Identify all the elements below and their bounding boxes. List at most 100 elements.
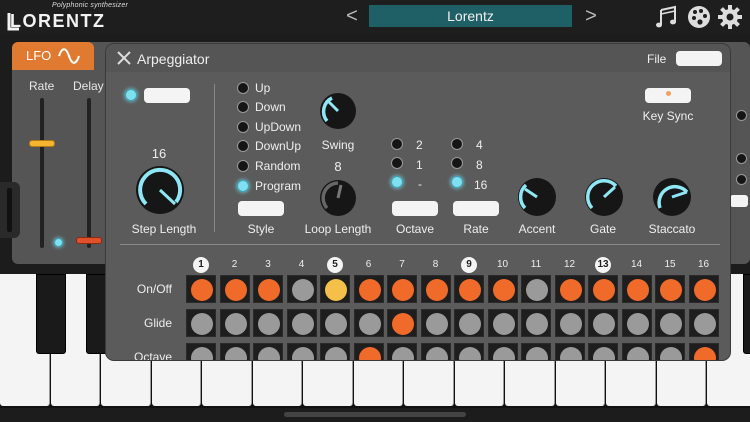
step-cell[interactable] — [219, 275, 250, 303]
previous-preset-button[interactable]: < — [341, 3, 363, 29]
edge-led-3[interactable] — [736, 174, 747, 185]
step-cell[interactable] — [688, 309, 719, 337]
step-cell[interactable] — [320, 309, 350, 337]
step-cell[interactable] — [286, 309, 317, 337]
step-cell[interactable] — [353, 275, 384, 303]
style-up-led[interactable] — [237, 82, 249, 94]
octave-2-label[interactable]: 2 — [416, 138, 423, 152]
lfo-tab[interactable]: LFO — [12, 42, 94, 70]
step-cell[interactable] — [219, 343, 250, 360]
step-cell[interactable] — [521, 343, 551, 360]
style-button[interactable] — [238, 201, 284, 216]
step-cell[interactable] — [387, 275, 417, 303]
rate-4-label[interactable]: 4 — [476, 138, 483, 152]
style-program-label[interactable]: Program — [255, 179, 301, 193]
edge-button[interactable] — [730, 195, 748, 207]
step-cell[interactable] — [186, 309, 216, 337]
gear-icon[interactable] — [717, 4, 743, 30]
style-down-led[interactable] — [237, 101, 249, 113]
step-cell[interactable] — [286, 343, 317, 360]
step-cell[interactable] — [420, 309, 451, 337]
rate-button[interactable] — [453, 201, 499, 216]
arp-enable-button[interactable] — [144, 88, 190, 103]
rate-4-led[interactable] — [451, 138, 463, 150]
step-cell[interactable] — [387, 343, 417, 360]
swing-knob[interactable] — [318, 91, 358, 131]
octave-button[interactable] — [392, 201, 438, 216]
octave-none-label[interactable]: - — [418, 177, 422, 191]
palette-icon[interactable] — [686, 4, 712, 30]
step-cell[interactable] — [186, 275, 216, 303]
step-cell[interactable] — [487, 343, 518, 360]
step-cell[interactable] — [655, 343, 685, 360]
step-cell[interactable] — [420, 343, 451, 360]
rate-16-led[interactable] — [451, 176, 463, 188]
black-key[interactable] — [742, 274, 750, 354]
step-cell[interactable] — [253, 343, 283, 360]
octave-none-led[interactable] — [391, 176, 403, 188]
step-cell[interactable] — [588, 343, 618, 360]
step-cell[interactable] — [554, 343, 585, 360]
style-down-label[interactable]: Down — [255, 100, 286, 114]
style-updown-led[interactable] — [237, 121, 249, 133]
edge-led-1[interactable] — [736, 110, 747, 121]
step-cell[interactable] — [487, 275, 518, 303]
step-cell[interactable] — [320, 343, 350, 360]
rate-8-label[interactable]: 8 — [476, 158, 483, 172]
step-cell[interactable] — [621, 275, 652, 303]
step-cell[interactable] — [454, 309, 484, 337]
style-random-label[interactable]: Random — [255, 159, 300, 173]
black-key[interactable] — [35, 274, 66, 354]
step-cell[interactable] — [487, 309, 518, 337]
step-cell[interactable] — [219, 309, 250, 337]
step-cell[interactable] — [521, 275, 551, 303]
step-cell[interactable] — [286, 275, 317, 303]
step-cell[interactable] — [621, 343, 652, 360]
step-cell[interactable] — [688, 275, 719, 303]
octave-2-led[interactable] — [391, 138, 403, 150]
octave-1-led[interactable] — [391, 157, 403, 169]
next-preset-button[interactable]: > — [580, 3, 602, 29]
step-cell[interactable] — [688, 343, 719, 360]
step-cell[interactable] — [588, 309, 618, 337]
style-updown-label[interactable]: UpDown — [255, 120, 301, 134]
style-up-label[interactable]: Up — [255, 81, 270, 95]
step-cell[interactable] — [454, 275, 484, 303]
lfo-delay-slider-thumb[interactable] — [76, 236, 102, 244]
step-cell[interactable] — [621, 309, 652, 337]
gate-knob[interactable] — [583, 176, 625, 218]
music-notes-icon[interactable] — [654, 4, 680, 30]
file-button[interactable] — [676, 51, 722, 66]
step-cell[interactable] — [353, 309, 384, 337]
step-cell[interactable] — [655, 275, 685, 303]
step-cell[interactable] — [420, 275, 451, 303]
lfo-delay-slider-track[interactable] — [87, 98, 91, 248]
accent-knob[interactable] — [516, 176, 558, 218]
step-length-knob[interactable] — [134, 164, 186, 216]
edge-led-2[interactable] — [736, 153, 747, 164]
step-cell[interactable] — [387, 309, 417, 337]
style-program-led[interactable] — [237, 180, 249, 192]
rate-16-label[interactable]: 16 — [474, 178, 487, 192]
step-cell[interactable] — [655, 309, 685, 337]
lfo-rate-slider-track[interactable] — [40, 98, 44, 248]
step-cell[interactable] — [253, 275, 283, 303]
step-cell[interactable] — [588, 275, 618, 303]
lfo-rate-slider-thumb[interactable] — [29, 140, 55, 147]
step-cell[interactable] — [186, 343, 216, 360]
step-cell[interactable] — [320, 275, 350, 303]
arp-enable-led[interactable] — [125, 89, 137, 101]
loop-length-knob[interactable] — [318, 178, 358, 218]
style-downup-label[interactable]: DownUp — [255, 139, 301, 153]
step-cell[interactable] — [554, 309, 585, 337]
rate-8-led[interactable] — [451, 157, 463, 169]
staccato-knob[interactable] — [651, 176, 693, 218]
step-cell[interactable] — [554, 275, 585, 303]
step-cell[interactable] — [253, 309, 283, 337]
side-drawer-handle[interactable] — [0, 182, 20, 238]
style-random-led[interactable] — [237, 160, 249, 172]
style-downup-led[interactable] — [237, 140, 249, 152]
close-icon[interactable] — [117, 51, 131, 65]
preset-name-display[interactable]: Lorentz — [369, 5, 572, 27]
step-cell[interactable] — [521, 309, 551, 337]
